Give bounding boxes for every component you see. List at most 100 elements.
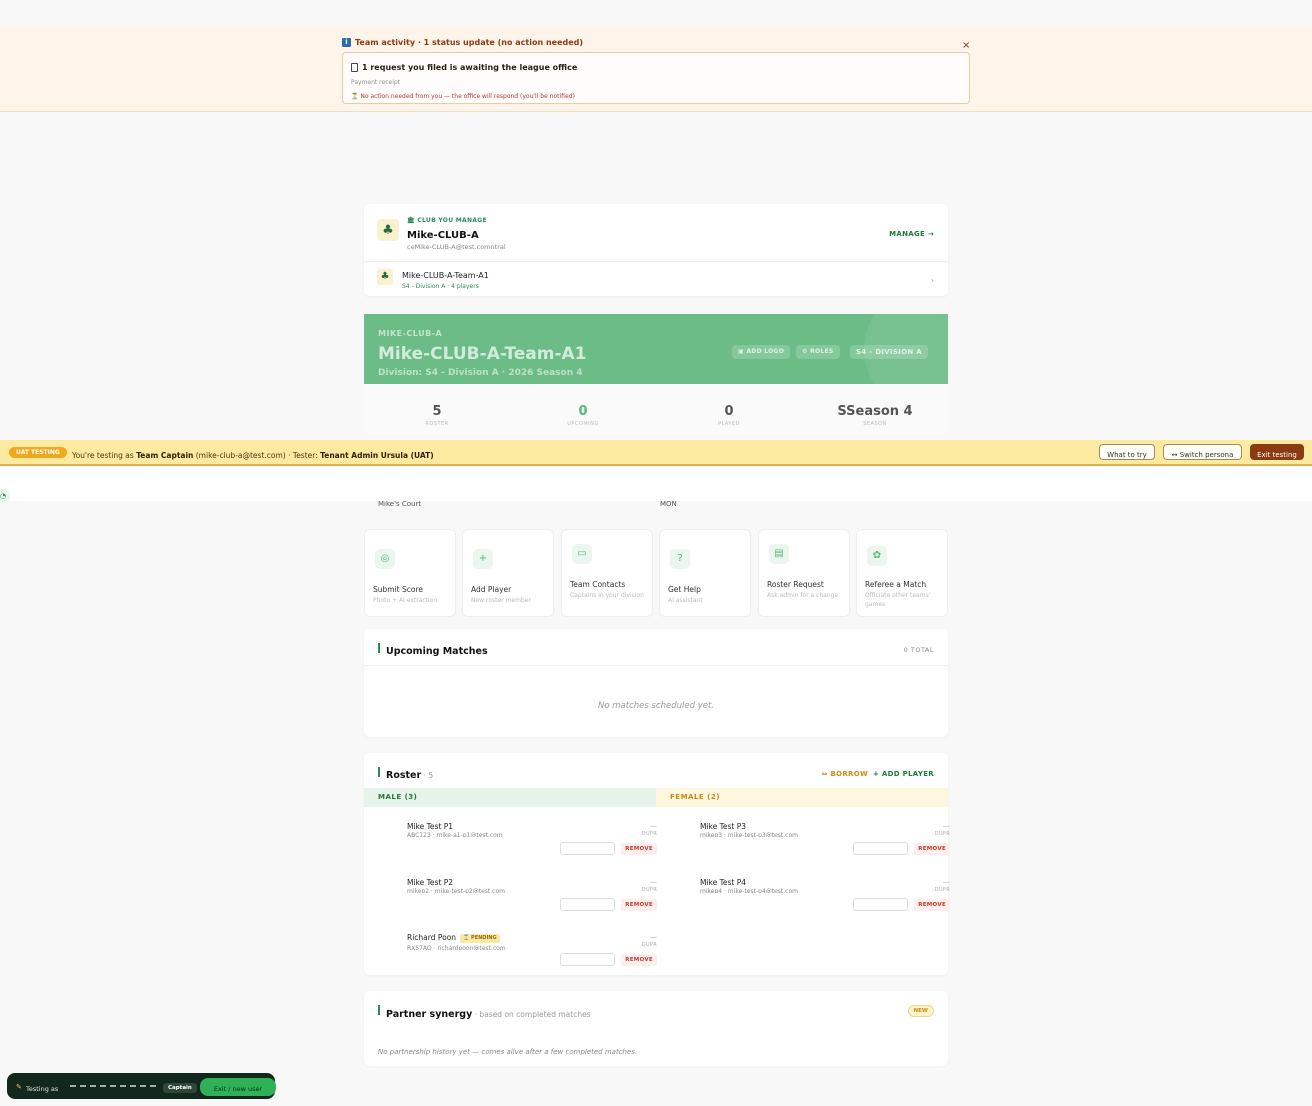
notice-card-note: ⏳ No action needed from you — the office… [351,93,575,100]
add-player-action[interactable]: + Add Player New roster member [462,529,554,617]
stat-value: 0 [578,404,588,419]
add-logo-button[interactable]: ▣ ADD LOGO [732,345,791,359]
player-sub: mikep3 · mike-test-p3@test.com [700,832,798,837]
action-sub: AI assistant [668,597,703,604]
section-title: Roster · 5 [386,770,434,781]
roster-player: Mike Test P1 ABC123 · mike-a1-p1@test.co… [407,822,657,870]
player-rating: — [943,822,950,830]
team-division: Division: S4 - Division A · 2026 Season … [378,368,583,378]
action-sub: Photo + AI extraction [373,597,438,604]
stat-label: ROSTER [425,421,449,427]
action-title: Roster Request [767,580,824,589]
team-title: Mike-CLUB-A-Team-A1 [378,344,587,364]
team-stats: 5 ROSTER 0 UPCOMING 0 PLAYED SSeason 4 S… [364,384,948,434]
clipboard-icon: ▤ [769,544,789,564]
close-icon[interactable]: × [962,40,970,51]
what-to-try-button[interactable]: What to try [1099,444,1155,460]
player-name: Mike Test P4 [700,878,747,887]
sparkle-icon: ✎ [16,1083,22,1091]
notice-card: 1 request you filed is awaiting the leag… [342,52,970,104]
player-name: Mike Test P3 [700,822,747,831]
player-sub: RX57AO · richardpoon@test.com [407,945,506,950]
submit-score-action[interactable]: ◎ Submit Score Photo + AI extraction [364,529,456,617]
roster-card: Roster · 5 ⇔ BORROW + ADD PLAYER MALE (3… [364,753,950,975]
club-logo-icon: ♣ [377,219,399,241]
notice-card-title-text: 1 request you filed is awaiting the leag… [362,63,578,72]
dupr-label: DUPR [934,831,950,837]
player-rating: — [650,822,657,830]
stat-roster: 5 ROSTER [364,404,510,427]
remove-button[interactable]: REMOVE [914,843,950,855]
stat-label: UPCOMING [567,421,599,427]
help-bubble-icon[interactable]: ◔ [0,489,10,503]
court-day: MON [660,500,677,508]
section-accent [378,1005,380,1015]
team-contacts-action[interactable]: ▭ Team Contacts Captains in your divisio… [561,529,653,617]
overlay-strip: ◔ [0,467,1312,503]
action-title: Get Help [668,585,701,594]
divider [364,261,948,262]
notice-card-title: 1 request you filed is awaiting the leag… [351,63,577,72]
status-notice-banner: i Team activity · 1 status update (no ac… [0,28,1312,112]
stat-played: 0 PLAYED [656,404,802,427]
stat-value: 5 [432,404,442,419]
dupr-label: DUPR [641,887,657,893]
dupr-input[interactable] [853,898,908,911]
stat-label: SEASON [863,421,887,427]
roster-player: Richard Poon ⌛ PENDING RX57AO · richardpo… [407,933,657,981]
get-help-action[interactable]: ? Get Help AI assistant [659,529,751,617]
synergy-empty-note: No partnership history yet — comes alive… [378,1048,638,1056]
female-column-header: FEMALE (2) [656,788,948,807]
add-player-button[interactable]: + ADD PLAYER [873,770,934,778]
remove-button[interactable]: REMOVE [621,843,657,855]
chevron-right-icon[interactable]: › [931,276,934,285]
chat-icon: ▭ [572,544,592,564]
dupr-label: DUPR [641,942,657,948]
roster-request-action[interactable]: ▤ Roster Request Ask admin for a change [758,529,850,617]
total-count: 0 TOTAL [903,646,934,654]
divider [364,665,948,666]
player-rating: — [650,933,657,941]
action-sub: Officiate other teams' games [865,592,931,608]
player-sub: mikep4 · mike-test-p4@test.com [700,888,798,893]
roles-button[interactable]: ⚙ ROLES [796,345,840,359]
team-row-name[interactable]: Mike-CLUB-A-Team-A1 [402,271,489,280]
dupr-input[interactable] [560,842,615,855]
remove-button[interactable]: REMOVE [621,899,657,911]
stat-label: PLAYED [717,421,740,427]
referee-icon: ✿ [867,546,887,566]
exit-new-user-button[interactable]: Exit / new user [200,1078,276,1096]
notice-title: Team activity · 1 status update (no acti… [355,38,584,47]
redacted-name [70,1085,156,1091]
dupr-label: DUPR [934,887,950,893]
roster-player: Mike Test P3 mikep3 · mike-test-p3@test.… [700,822,950,870]
borrow-button[interactable]: ⇔ BORROW [822,770,868,778]
section-title: Partner synergy · based on completed mat… [386,1009,591,1020]
camera-icon: ◎ [375,549,395,569]
hero-kicker: MIKE-CLUB-A [378,329,443,338]
stat-upcoming: 0 UPCOMING [510,404,656,427]
action-title: Add Player [471,585,512,594]
remove-button[interactable]: REMOVE [621,954,657,966]
switch-persona-button[interactable]: ↔ Switch persona [1163,444,1242,460]
remove-button[interactable]: REMOVE [914,899,950,911]
male-column-header: MALE (3) [364,788,656,807]
dupr-input[interactable] [560,953,615,966]
section-accent [378,767,380,777]
pending-badge: ⌛ PENDING [460,934,500,943]
team-hero: MIKE-CLUB-A Mike-CLUB-A-Team-A1 Division… [364,314,948,384]
dupr-input[interactable] [560,898,615,911]
upcoming-matches-card: Upcoming Matches 0 TOTAL No matches sche… [364,629,948,737]
document-icon [351,63,358,72]
section-title: Upcoming Matches [386,646,488,657]
player-sub: ABC123 · mike-a1-p1@test.com [407,832,503,837]
notice-header: i Team activity · 1 status update (no ac… [342,38,583,47]
referee-match-action[interactable]: ✿ Referee a Match Officiate other teams'… [856,529,948,617]
player-rating: — [650,878,657,886]
exit-testing-button[interactable]: Exit testing [1250,444,1304,460]
manage-club-link[interactable]: MANAGE → [889,230,934,238]
role-badge: Captain [163,1083,197,1093]
dupr-input[interactable] [853,842,908,855]
section-accent [378,643,380,653]
stat-season: SSeason 4 SEASON [802,404,948,427]
